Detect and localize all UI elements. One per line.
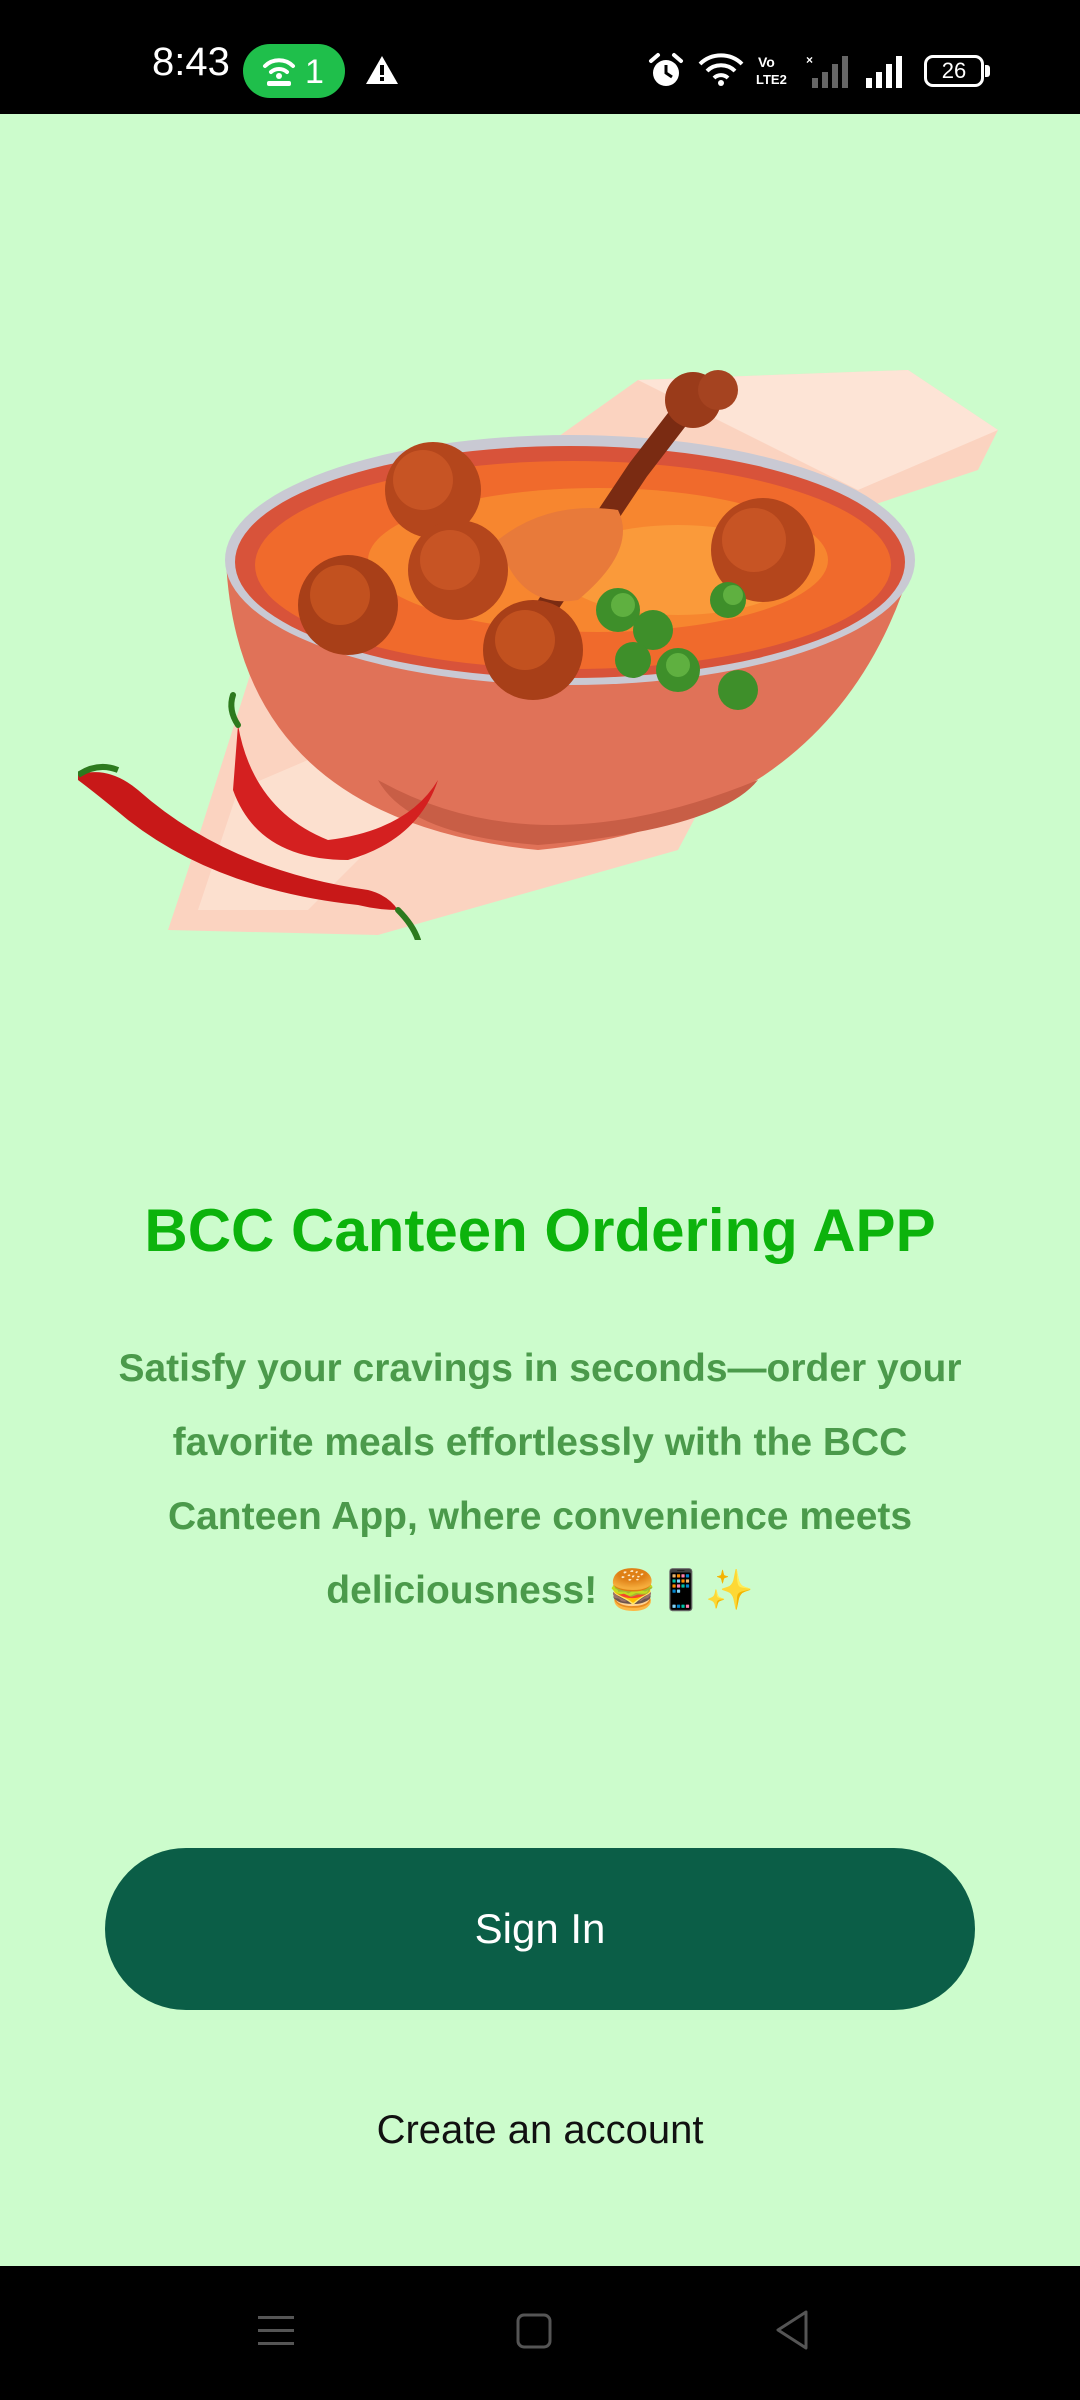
create-account-link[interactable]: Create an account — [0, 2108, 1080, 2153]
hotspot-indicator[interactable]: 1 — [243, 44, 345, 98]
navigation-bar — [0, 2266, 1080, 2400]
back-icon[interactable] — [774, 2308, 810, 2352]
hotspot-icon — [263, 58, 295, 86]
wifi-icon — [698, 53, 744, 86]
svg-text:LTE2: LTE2 — [756, 72, 787, 87]
svg-text:Vo: Vo — [758, 54, 775, 70]
menu-icon[interactable] — [256, 2310, 296, 2352]
svg-text:×: × — [806, 54, 813, 67]
status-time: 8:43 — [152, 40, 230, 84]
app-tagline: Satisfy your cravings in seconds—order y… — [118, 1347, 962, 1612]
alarm-icon — [649, 53, 683, 86]
status-bar: 8:43 1 Vo LTE2 × 26 — [0, 0, 1080, 114]
warning-icon — [366, 56, 398, 84]
app-title: BCC Canteen Ordering APP — [144, 1197, 936, 1264]
curry-bowl-illustration — [78, 370, 998, 940]
hotspot-count: 1 — [305, 53, 324, 91]
signal-icon — [866, 56, 902, 88]
battery-icon: 26 — [924, 55, 990, 87]
sign-in-button[interactable]: Sign In — [105, 1848, 975, 2010]
battery-level: 26 — [941, 58, 967, 83]
signal-icon: × — [806, 54, 848, 88]
volte-icon: Vo LTE2 — [756, 54, 787, 87]
home-icon[interactable] — [514, 2310, 554, 2352]
